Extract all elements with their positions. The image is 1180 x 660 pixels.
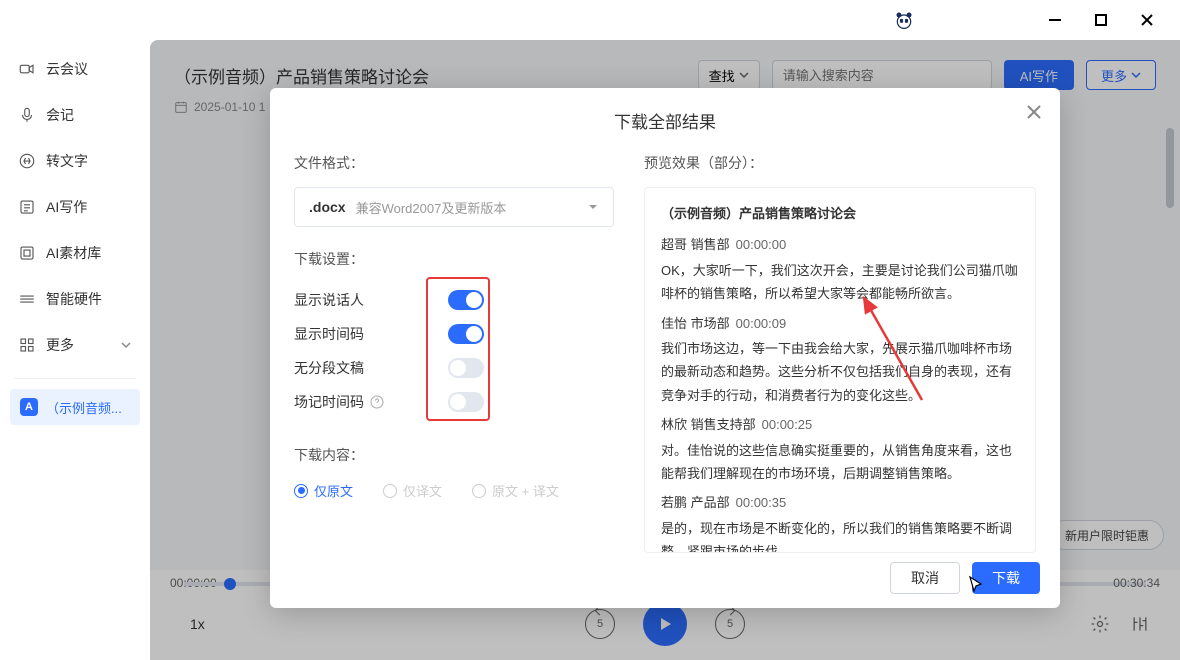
- setting-label: 场记时间码: [294, 392, 364, 412]
- sidebar-item-ai-write[interactable]: AI写作: [8, 184, 142, 230]
- radio-label: 仅译文: [403, 481, 442, 500]
- maximize-button[interactable]: [1092, 11, 1110, 29]
- format-select[interactable]: .docx 兼容Word2007及更新版本: [294, 187, 614, 227]
- grid-icon: [18, 336, 36, 354]
- modal-close-button[interactable]: [1024, 102, 1044, 127]
- sidebar-item-label: 更多: [46, 335, 74, 355]
- help-icon[interactable]: [370, 395, 384, 409]
- preview-text: 我们市场这边，等一下由我会给大家，先展示猫爪咖啡杯市场的最新动态和趋势。这些分析…: [661, 337, 1019, 407]
- sidebar-item-transcribe[interactable]: 转文字: [8, 138, 142, 184]
- preview-entry: 林欣 销售支持部00:00:25: [661, 413, 1019, 436]
- sidebar-item-label: 云会议: [46, 59, 88, 79]
- settings-label: 下载设置：: [294, 249, 624, 269]
- radio-original-only[interactable]: 仅原文: [294, 481, 353, 500]
- sidebar-active-label: （示例音频...: [46, 398, 122, 417]
- dropdown-caret-icon: [587, 201, 599, 213]
- sidebar-item-library[interactable]: AI素材库: [8, 230, 142, 276]
- preview-text: 是的，现在市场是不断变化的，所以我们的销售策略要不断调整，紧跟市场的步伐。: [661, 517, 1019, 553]
- doc-badge: A: [20, 398, 38, 416]
- setting-no-segment: 无分段文稿: [294, 351, 624, 385]
- format-description: 兼容Word2007及更新版本: [356, 198, 587, 217]
- setting-show-speaker: 显示说话人: [294, 283, 624, 317]
- format-extension: .docx: [309, 199, 346, 215]
- sidebar-item-label: 转文字: [46, 151, 88, 171]
- setting-label: 显示说话人: [294, 290, 364, 310]
- preview-box: （示例音频）产品销售策略讨论会 超哥 销售部00:00:00 OK，大家听一下，…: [644, 187, 1036, 553]
- sidebar-item-cloud-meeting[interactable]: 云会议: [8, 46, 142, 92]
- app-logo: [894, 10, 914, 30]
- format-label: 文件格式：: [294, 153, 624, 173]
- cursor-icon: [966, 575, 986, 600]
- toggle-no-segment[interactable]: [448, 358, 484, 378]
- setting-show-timecode: 显示时间码: [294, 317, 624, 351]
- modal-title: 下载全部结果: [270, 108, 1060, 133]
- sidebar-item-hardware[interactable]: 智能硬件: [8, 276, 142, 322]
- radio-original-and-translation[interactable]: 原文 + 译文: [472, 481, 559, 500]
- preview-entry: 超哥 销售部00:00:00: [661, 233, 1019, 256]
- video-icon: [18, 60, 36, 78]
- radio-translation-only[interactable]: 仅译文: [383, 481, 442, 500]
- sidebar-item-meeting-notes[interactable]: 会记: [8, 92, 142, 138]
- sidebar: 云会议 会记 转文字 AI写作 AI素材库 智能硬件 更多 A （示例音频...: [0, 40, 150, 660]
- toggle-scene-timecode[interactable]: [448, 392, 484, 412]
- toggle-show-timecode[interactable]: [448, 324, 484, 344]
- library-icon: [18, 244, 36, 262]
- radio-label: 仅原文: [314, 481, 353, 500]
- sidebar-separator: [14, 378, 136, 379]
- hardware-icon: [18, 290, 36, 308]
- sidebar-item-label: 智能硬件: [46, 289, 102, 309]
- titlebar: [0, 0, 1180, 40]
- radio-label: 原文 + 译文: [492, 481, 559, 500]
- preview-title: （示例音频）产品销售策略讨论会: [661, 202, 1019, 225]
- sidebar-item-label: AI素材库: [46, 243, 101, 263]
- setting-label: 显示时间码: [294, 324, 364, 344]
- sidebar-item-label: AI写作: [46, 197, 87, 217]
- sidebar-active-doc[interactable]: A （示例音频...: [10, 389, 140, 425]
- preview-text: 对。佳怡说的这些信息确实挺重要的，从销售角度来看，这也能帮我们理解现在的市场环境…: [661, 439, 1019, 486]
- chevron-down-icon: [120, 339, 132, 351]
- minimize-button[interactable]: [1046, 11, 1064, 29]
- close-button[interactable]: [1138, 11, 1156, 29]
- radio-icon: [294, 484, 308, 498]
- radio-icon: [472, 484, 486, 498]
- sidebar-item-more[interactable]: 更多: [8, 322, 142, 368]
- cancel-button[interactable]: 取消: [890, 562, 960, 594]
- setting-label: 无分段文稿: [294, 358, 364, 378]
- download-modal: 下载全部结果 文件格式： .docx 兼容Word2007及更新版本 下载设置：…: [270, 88, 1060, 608]
- sidebar-item-label: 会记: [46, 105, 74, 125]
- toggle-show-speaker[interactable]: [448, 290, 484, 310]
- preview-entry: 若鹏 产品部00:00:35: [661, 491, 1019, 514]
- transcribe-icon: [18, 152, 36, 170]
- preview-entry: 佳怡 市场部00:00:09: [661, 312, 1019, 335]
- setting-scene-timecode: 场记时间码: [294, 385, 624, 419]
- radio-icon: [383, 484, 397, 498]
- content-label: 下载内容：: [294, 445, 624, 465]
- mic-icon: [18, 106, 36, 124]
- preview-text: OK，大家听一下，我们这次开会，主要是讨论我们公司猫爪咖啡杯的销售策略，所以希望…: [661, 259, 1019, 306]
- preview-label: 预览效果（部分）：: [644, 153, 1036, 173]
- write-icon: [18, 198, 36, 216]
